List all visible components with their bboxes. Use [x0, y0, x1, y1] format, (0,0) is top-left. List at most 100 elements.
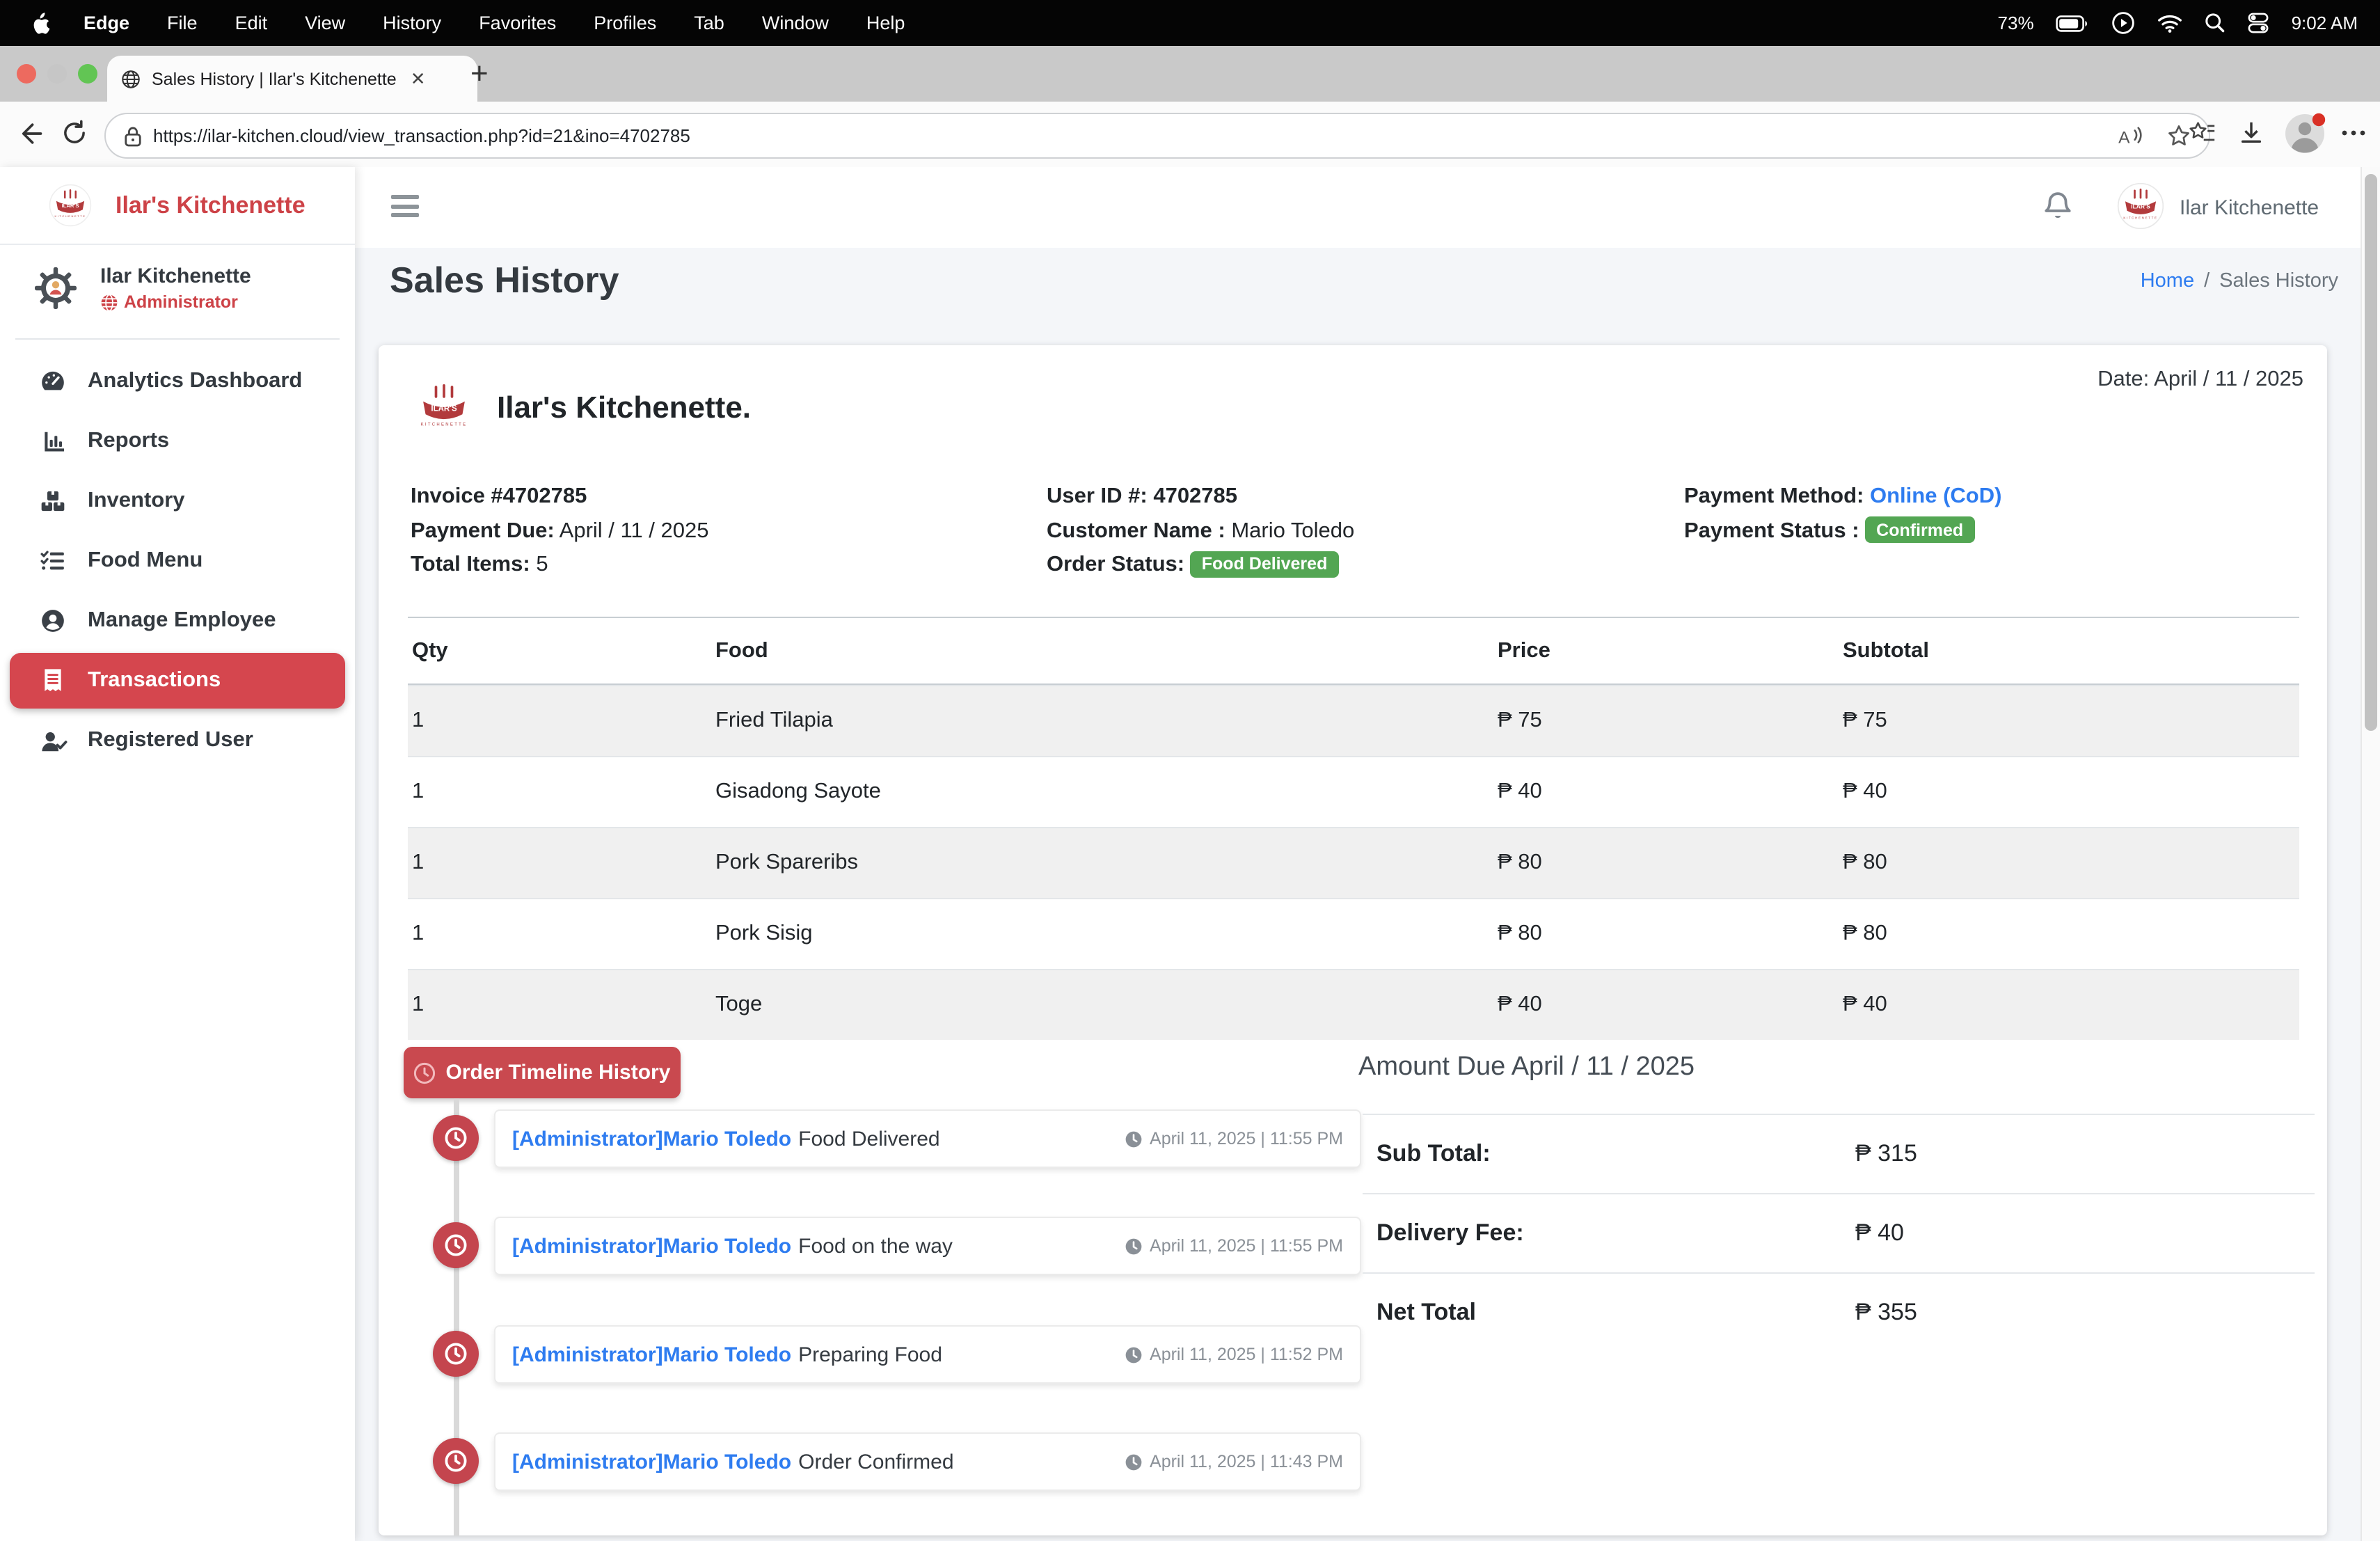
breadcrumb-home-link[interactable]: Home [2141, 270, 2194, 292]
menu-file[interactable]: File [167, 13, 198, 33]
table-row[interactable]: 1Pork Sisig₱ 80₱ 80 [408, 898, 2299, 969]
items-table-header: Qty Food Price Subtotal [408, 617, 2299, 685]
table-row[interactable]: 1Pork Spareribs₱ 80₱ 80 [408, 827, 2299, 898]
menu-edit[interactable]: Edit [235, 13, 268, 33]
brand-name: Ilar's Kitchenette [116, 191, 306, 219]
sidebar: ILAR'S KITCHENETTE Ilar's Kitchenette [0, 167, 355, 1541]
hamburger-menu-icon[interactable] [391, 195, 419, 222]
dashboard-icon [36, 368, 70, 395]
table-row[interactable]: 1Gisadong Sayote₱ 40₱ 40 [408, 756, 2299, 827]
order-status-badge: Food Delivered [1191, 551, 1339, 577]
downloads-icon[interactable] [2238, 120, 2264, 146]
breadcrumb: Home / Sales History [2141, 270, 2338, 292]
sidebar-item-registered-user[interactable]: Registered User [10, 713, 345, 768]
favorites-list-icon[interactable] [2188, 120, 2216, 145]
timeline-clock-badge [433, 1331, 479, 1377]
window-minimize-button[interactable] [47, 64, 67, 84]
menu-view[interactable]: View [305, 13, 345, 33]
address-bar[interactable]: https://ilar-kitchen.cloud/view_transact… [104, 113, 2210, 159]
invoice-store-name: Ilar's Kitchenette. [497, 390, 751, 426]
account-name[interactable]: Ilar Kitchenette [2180, 196, 2319, 220]
browser-tab[interactable]: Sales History | Ilar's Kitchenette ✕ [107, 56, 477, 102]
sidebar-item-analytics-dashboard[interactable]: Analytics Dashboard [10, 354, 345, 409]
new-tab-button[interactable]: + [470, 56, 489, 92]
sidebar-brand[interactable]: ILAR'S KITCHENETTE Ilar's Kitchenette [0, 167, 355, 245]
favorite-star-icon[interactable] [2167, 124, 2191, 148]
timeline-entry[interactable]: [Administrator]Mario Toledo Food on the … [494, 1217, 1361, 1275]
browser-profile-avatar[interactable] [2284, 113, 2326, 155]
col-subtotal: Subtotal [1843, 638, 2299, 663]
menu-history[interactable]: History [383, 13, 441, 33]
media-play-icon[interactable] [2112, 11, 2136, 35]
menu-app-name[interactable]: Edge [84, 13, 129, 33]
subtotal-row: Sub Total: ₱ 315 [1363, 1114, 2315, 1193]
table-row[interactable]: 1Toge₱ 40₱ 40 [408, 969, 2299, 1040]
customer-name-label: Customer Name : [1047, 519, 1225, 542]
breadcrumb-current: Sales History [2219, 270, 2338, 292]
menu-tab[interactable]: Tab [694, 13, 724, 33]
read-aloud-icon[interactable]: A [2118, 125, 2145, 147]
table-row[interactable]: 1Fried Tilapia₱ 75₱ 75 [408, 685, 2299, 756]
receipt-icon [36, 667, 70, 695]
invoice-store-logo: ILAR'SKITCHENETTE [412, 376, 476, 440]
sidebar-user-role: Administrator [100, 292, 251, 312]
total-items-value: 5 [536, 553, 548, 576]
lock-icon[interactable] [124, 125, 142, 147]
apple-icon[interactable] [29, 10, 50, 35]
payment-status-label: Payment Status : [1684, 519, 1859, 542]
wifi-icon[interactable] [2158, 13, 2183, 33]
payment-due-value: April / 11 / 2025 [560, 519, 709, 542]
globe-role-icon [100, 293, 118, 311]
amount-due-table: Sub Total: ₱ 315 Delivery Fee: ₱ 40 Net … [1363, 1114, 2315, 1352]
sidebar-divider [15, 338, 340, 340]
sidebar-item-food-menu[interactable]: Food Menu [10, 533, 345, 589]
timeline-clock-badge [433, 1222, 479, 1268]
restaurant-logo: ILAR'S KITCHENETTE [49, 184, 92, 227]
timeline-entry[interactable]: [Administrator]Mario Toledo Preparing Fo… [494, 1325, 1361, 1384]
sidebar-item-transactions[interactable]: Transactions [10, 653, 345, 709]
payment-method-value[interactable]: Online (CoD) [1870, 484, 2001, 508]
svg-text:KITCHENETTE: KITCHENETTE [55, 214, 86, 218]
window-zoom-button[interactable] [78, 64, 97, 84]
breadcrumb-separator: / [2204, 270, 2210, 292]
svg-text:ILAR'S: ILAR'S [61, 203, 79, 209]
menu-profiles[interactable]: Profiles [594, 13, 656, 33]
control-center-icon[interactable] [2248, 13, 2269, 33]
invoice-card: ILAR'SKITCHENETTE Ilar's Kitchenette. Da… [379, 345, 2327, 1535]
menu-window[interactable]: Window [762, 13, 829, 33]
timeline-entry[interactable]: [Administrator]Mario Toledo Food Deliver… [494, 1109, 1361, 1168]
invoice-number: Invoice #4702785 [411, 484, 587, 508]
window-close-button[interactable] [17, 64, 36, 84]
invoice-info-left: Invoice #4702785 Payment Due: April / 11… [411, 480, 709, 583]
back-icon[interactable] [14, 118, 45, 149]
reload-icon[interactable] [60, 118, 89, 148]
user-check-icon [36, 727, 70, 754]
tab-title: Sales History | Ilar's Kitchenette [152, 69, 397, 88]
order-timeline-button[interactable]: Order Timeline History [404, 1047, 681, 1098]
col-price: Price [1498, 638, 1843, 663]
net-total-row: Net Total ₱ 355 [1363, 1272, 2315, 1352]
url-text[interactable]: https://ilar-kitchen.cloud/view_transact… [153, 125, 2118, 146]
spotlight-search-icon[interactable] [2205, 13, 2226, 33]
sidebar-item-manage-employee[interactable]: Manage Employee [10, 593, 345, 649]
menu-help[interactable]: Help [866, 13, 905, 33]
page-scrollbar[interactable] [2361, 167, 2380, 1541]
menubar-clock: 9:02 AM [2292, 13, 2358, 33]
svg-text:ILAR'S: ILAR'S [2131, 203, 2150, 210]
tab-close-icon[interactable]: ✕ [411, 68, 426, 90]
sidebar-item-inventory[interactable]: Inventory [10, 473, 345, 529]
sidebar-item-reports[interactable]: Reports [10, 413, 345, 469]
col-food: Food [715, 638, 1498, 663]
account-avatar-logo[interactable]: ILAR'SKITCHENETTE [2117, 182, 2164, 230]
menu-favorites[interactable]: Favorites [479, 13, 556, 33]
battery-percent: 73% [1998, 13, 2034, 33]
globe-icon [121, 69, 141, 88]
timeline-entry[interactable]: [Administrator]Mario Toledo Order Confir… [494, 1432, 1361, 1491]
employee-icon [36, 607, 70, 635]
invoice-date: Date: April / 11 / 2025 [2097, 368, 2303, 393]
total-items-label: Total Items: [411, 553, 530, 576]
scrollbar-thumb[interactable] [2364, 174, 2377, 731]
reports-icon [36, 428, 70, 455]
notifications-bell-icon[interactable] [2042, 189, 2074, 224]
browser-menu-icon[interactable] [2341, 129, 2366, 136]
